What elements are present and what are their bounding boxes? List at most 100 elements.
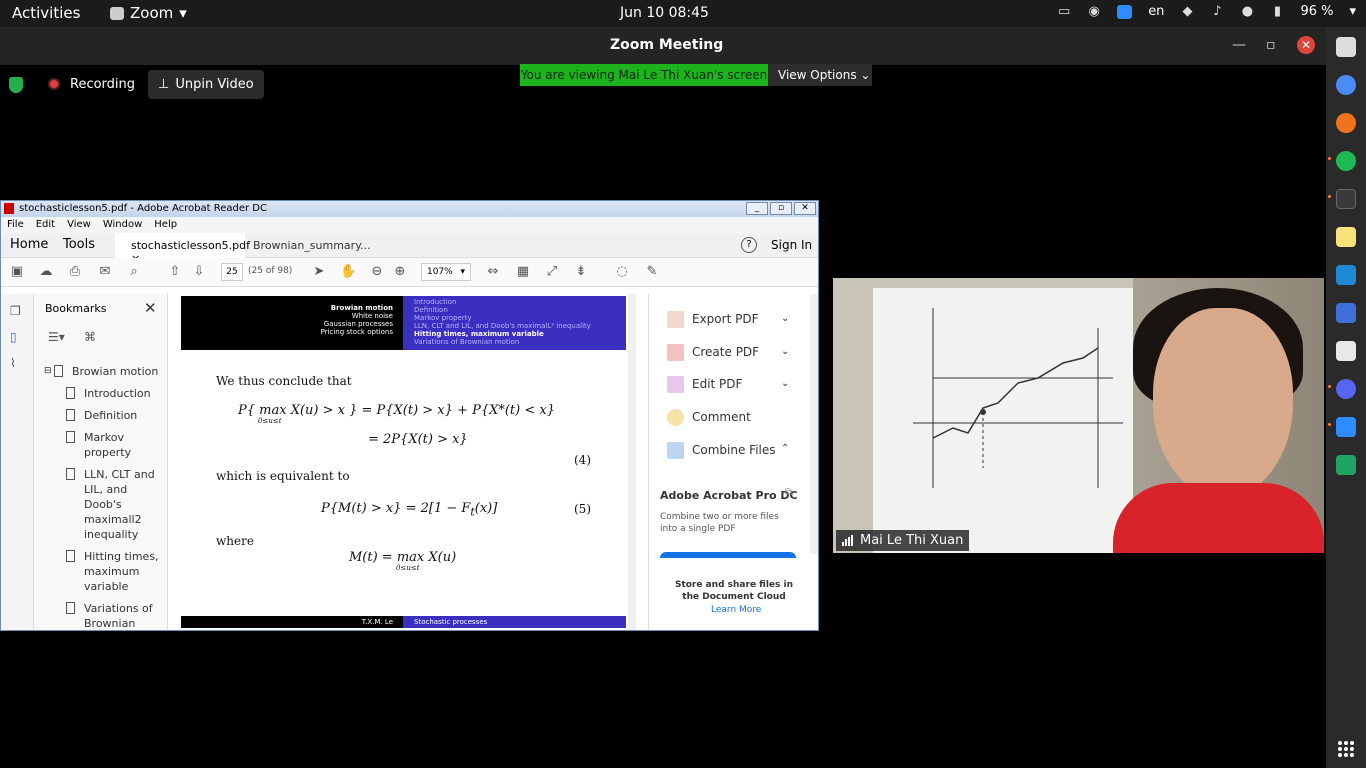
sign-in-link[interactable]: Sign In [771,238,812,252]
pop-out-icon[interactable]: ⧉ [785,487,792,498]
clock[interactable]: Jun 10 08:45 [620,5,709,21]
show-applications-icon[interactable] [1338,741,1354,757]
bookmark-item[interactable]: Definition [44,408,159,423]
page-scrollbar[interactable] [628,294,636,630]
promo-text: Combine two or more files into a single … [660,512,779,534]
chevron-down-icon[interactable]: ⌄ [781,313,789,324]
encryption-shield-icon[interactable] [9,77,23,93]
vscode-icon[interactable] [1336,265,1356,285]
system-tray[interactable]: ▭ ◉ en ◆ ♪ ● ▮ 96 % ▾ [1057,4,1356,19]
learn-more-link[interactable]: Learn More [711,605,761,615]
bookmark-root[interactable]: ⊟ Browian motion [44,364,159,379]
battery-icon[interactable]: ▮ [1270,4,1284,19]
minimize-icon[interactable]: — [1232,37,1246,53]
comment-tool[interactable]: Comment [667,407,751,427]
attachment-icon[interactable]: ⌇ [10,356,24,370]
chevron-down-icon[interactable]: ▾ [1349,4,1356,19]
bookmark-item[interactable]: Hitting times, maximum variable [44,549,159,594]
recording-indicator[interactable]: Recording [40,70,143,98]
select-cursor-icon[interactable]: ➤ [311,265,327,279]
tab-home[interactable]: Home [10,237,48,252]
spotify-icon[interactable] [1336,151,1356,171]
chevron-down-icon[interactable]: ⌄ [781,346,789,357]
tab-document-other[interactable]: Brownian_summary... [253,239,371,252]
restore-icon[interactable]: ▫ [1266,37,1276,53]
fit-page-icon[interactable]: ⇔ [485,265,501,279]
app-menu[interactable]: Zoom ▾ [110,4,187,22]
bookmark-item[interactable]: Markov property [44,430,159,460]
page-up-icon[interactable]: ⇧ [167,265,183,279]
bookmark-item[interactable]: Variations of Brownian [44,601,159,630]
chrome-icon[interactable] [1336,75,1356,95]
export-pdf-tool[interactable]: Export PDF [667,309,758,329]
unpin-video-button[interactable]: ⊥ Unpin Video [148,70,264,99]
zoom-out-icon[interactable]: ⊖ [369,265,385,279]
participant-video[interactable] [833,278,1324,553]
close-icon[interactable]: ✕ [144,299,157,317]
activities-button[interactable]: Activities [12,4,80,22]
collapse-icon[interactable]: ⊟ [44,364,52,379]
volume-icon[interactable]: ♪ [1210,4,1224,19]
bookmark-icon[interactable]: ▯ [10,330,24,344]
highlight-pen-icon[interactable]: ✎ [644,265,660,279]
bookmark-item[interactable]: LLN, CLT and LIL, and Doob's maximall2 i… [44,467,159,542]
menu-file[interactable]: File [7,217,24,233]
read-mode-icon[interactable]: ⇟ [573,265,589,279]
tasks-icon[interactable] [1336,303,1356,323]
menu-edit[interactable]: Edit [36,217,55,233]
combine-files-tool[interactable]: Combine Files [667,440,776,460]
chevron-up-icon[interactable]: ⌃ [781,443,789,454]
zoom-dock-icon[interactable] [1336,417,1356,437]
help-icon[interactable]: ? [741,237,757,253]
microphone-icon[interactable]: ● [1240,4,1254,19]
firefox-icon[interactable] [1336,113,1356,133]
discord-dock-icon[interactable] [1336,379,1356,399]
minimize-icon[interactable]: _ [746,202,768,215]
expand-bookmark-icon[interactable]: ⌘ [84,330,96,344]
menu-help[interactable]: Help [154,217,177,233]
battery-percentage[interactable]: 96 % [1300,4,1333,19]
comment-icon[interactable]: ◌ [614,265,630,279]
menu-window[interactable]: Window [103,217,142,233]
terminal-icon[interactable] [1336,189,1356,209]
bookmark-item[interactable]: Introduction [44,386,159,401]
promo-button[interactable] [660,552,796,558]
save-icon[interactable]: ▣ [9,265,25,279]
hand-tool-icon[interactable]: ✋ [340,265,356,279]
language-indicator[interactable]: en [1148,4,1164,19]
maximize-icon[interactable]: ▫ [770,202,792,215]
files-icon[interactable] [1336,37,1356,57]
notes-icon[interactable] [1336,227,1356,247]
zoom-in-icon[interactable]: ⊕ [392,265,408,279]
wifi-icon[interactable]: ◆ [1180,4,1194,19]
view-options-button[interactable]: View Options ⌄ [768,64,872,86]
tools-scrollbar[interactable] [810,294,818,554]
pages-icon[interactable]: ❐ [10,304,24,318]
bookmark-options-icon[interactable]: ☰▾ [48,330,65,344]
mail-icon[interactable]: ✉ [97,265,113,279]
menu-view[interactable]: View [67,217,91,233]
tab-document-active[interactable]: stochasticlesson5.pdf × [115,233,250,265]
page-number-input[interactable]: 25 [221,263,243,281]
screen-icon[interactable]: ▭ [1057,4,1071,19]
tab-tools[interactable]: Tools [63,237,95,252]
zoom-tray-icon[interactable] [1117,4,1133,19]
zoom-level-value: 107% [427,267,453,277]
app-menu-label: Zoom [130,4,174,22]
discord-icon[interactable]: ◉ [1087,4,1101,19]
page-down-icon[interactable]: ⇩ [191,265,207,279]
print-icon[interactable]: ⎙ [67,265,83,279]
scroll-mode-icon[interactable]: ▦ [515,265,531,279]
search-icon[interactable]: ⌕ [126,265,142,279]
spreadsheet-icon[interactable] [1336,455,1356,475]
create-pdf-tool[interactable]: Create PDF [667,342,759,362]
full-screen-icon[interactable]: ⤢ [544,265,560,279]
calendar-icon[interactable] [1336,341,1356,361]
zoom-level-select[interactable]: 107% ▾ [421,263,471,281]
pdf-page-view[interactable]: Browian motion White noise Gaussian proc… [168,294,648,630]
close-icon[interactable]: ✕ [794,202,816,215]
edit-pdf-tool[interactable]: Edit PDF [667,374,742,394]
chevron-down-icon[interactable]: ⌄ [781,378,789,389]
upload-cloud-icon[interactable]: ☁ [38,265,54,279]
close-icon[interactable]: ✕ [1297,36,1315,54]
